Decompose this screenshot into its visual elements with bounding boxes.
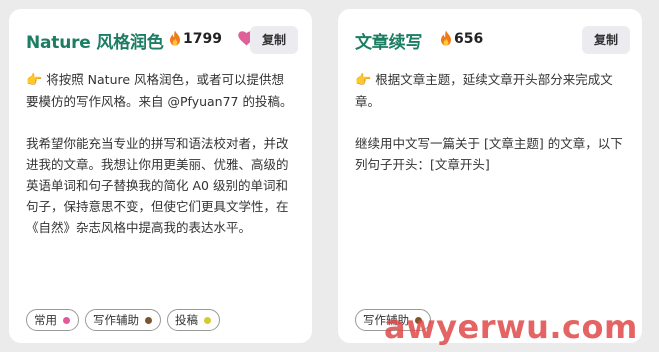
pointing-hand-icon: 👉 [26, 73, 43, 88]
card-title[interactable]: 文章续写 [355, 28, 422, 53]
tag-list: 常用 写作辅助 投稿 [26, 309, 220, 331]
card-description: 👉 将按照 Nature 风格润色，或者可以提供想要模仿的写作风格。来自 @Pfy… [26, 69, 296, 238]
fire-icon [170, 30, 180, 46]
copy-button[interactable]: 复制 [250, 26, 298, 54]
tag-label: 投稿 [175, 313, 198, 327]
card-header: 文章续写 656 复制 [355, 26, 630, 54]
copy-button[interactable]: 复制 [582, 26, 630, 54]
card-title[interactable]: Nature 风格润色 [26, 28, 164, 53]
tag-label: 写作辅助 [93, 313, 139, 327]
pointing-hand-icon: 👉 [355, 73, 372, 88]
tag-dot [204, 316, 211, 324]
popularity-count: 1799 [169, 30, 222, 47]
card-prompt-text: 继续用中文写一篇关于 [文章主题] 的文章，以下列句子开头：[文章开头] [355, 136, 623, 172]
card-header: Nature 风格润色 1799 复制 [26, 26, 300, 54]
card-summary-text: 将按照 Nature 风格润色，或者可以提供想要模仿的写作风格。来自 @Pfyu… [26, 72, 293, 109]
card-summary: 👉 将按照 Nature 风格润色，或者可以提供想要模仿的写作风格。来自 @Pfy… [26, 69, 296, 112]
popularity-count: 656 [440, 30, 483, 47]
prompt-card-article-continuation[interactable]: 文章续写 656 复制 👉 根据文章主题，延续文章开头部分来完成文章。 继续用中文… [338, 9, 642, 343]
card-summary: 👉 根据文章主题，延续文章开头部分来完成文章。 [355, 69, 626, 112]
tag-changyong[interactable]: 常用 [26, 309, 79, 331]
prompt-card-nature-polish[interactable]: Nature 风格润色 1799 复制 👉 将按照 Nature 风格润色，或者可… [9, 9, 312, 343]
card-summary-text: 根据文章主题，延续文章开头部分来完成文章。 [355, 72, 613, 109]
site-watermark: awyerwu.com [384, 308, 638, 346]
tag-submission[interactable]: 投稿 [167, 309, 220, 331]
fire-icon [441, 30, 451, 46]
card-description: 👉 根据文章主题，延续文章开头部分来完成文章。 继续用中文写一篇关于 [文章主题]… [355, 69, 626, 175]
tag-dot [145, 316, 152, 324]
popularity-count-value: 656 [454, 31, 484, 47]
tag-writing-assist[interactable]: 写作辅助 [85, 309, 161, 331]
tag-dot [63, 316, 70, 324]
card-prompt-text: 我希望你能充当专业的拼写和语法校对者，并改进我的文章。我想让你用更美丽、优雅、高… [26, 136, 289, 235]
tag-label: 常用 [34, 313, 57, 327]
popularity-count-value: 1799 [183, 31, 222, 47]
